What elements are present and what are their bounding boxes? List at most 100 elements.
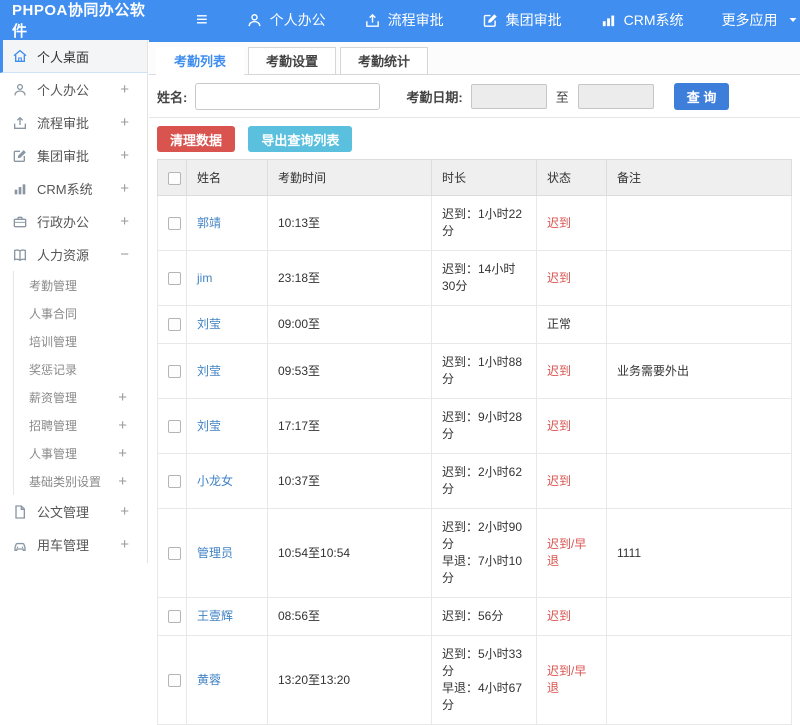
date-to-input[interactable] [578,84,654,109]
sidebar-item[interactable]: 用车管理 + [0,528,147,561]
sidebar-item[interactable]: 个人办公 + [0,73,147,106]
row-name-cell: 刘莹 [187,344,268,399]
chart-icon [12,181,28,197]
expand-toggle-icon[interactable]: + [120,536,129,553]
employee-name-link[interactable]: 郭靖 [197,216,221,230]
expand-toggle-icon[interactable]: + [118,417,127,434]
sidebar-subitem[interactable]: 奖惩记录 [13,355,147,383]
tab[interactable]: 考勤列表 [156,47,244,75]
row-checkbox[interactable] [168,420,181,433]
expand-toggle-icon[interactable]: + [120,180,129,197]
top-nav-item-label: 集团审批 [506,10,562,30]
edit-icon [482,12,499,29]
row-note-cell [607,306,792,344]
expand-toggle-icon[interactable]: + [120,503,129,520]
row-note-cell [607,399,792,454]
row-checkbox[interactable] [168,610,181,623]
sidebar-item[interactable]: 集团审批 + [0,139,147,172]
row-checkbox[interactable] [168,365,181,378]
sidebar-subitem[interactable]: 招聘管理 + [13,411,147,439]
sidebar-item[interactable]: 人力资源 − [0,238,147,271]
sidebar-subitem[interactable]: 培训管理 [13,327,147,355]
employee-name-link[interactable]: jim [197,271,212,285]
expand-toggle-icon[interactable]: + [118,445,127,462]
clean-data-button[interactable]: 清理数据 [157,126,235,152]
sidebar-item[interactable]: 公文管理 + [0,495,147,528]
tab[interactable]: 考勤统计 [340,47,428,75]
user-icon [12,82,28,98]
top-nav-item[interactable]: 个人办公 [246,10,326,30]
sidebar-subitem[interactable]: 基础类别设置 + [13,467,147,495]
tab[interactable]: 考勤设置 [248,47,336,75]
row-status-cell: 迟到 [537,196,607,251]
top-nav-item[interactable]: 更多应用 [722,10,799,30]
sidebar-subitem-label: 考勤管理 [29,277,127,294]
name-filter-input[interactable] [195,83,380,110]
hamburger-menu-icon[interactable]: ≡ [196,0,208,40]
sidebar-subitem-label: 人事管理 [29,445,118,462]
row-checkbox[interactable] [168,547,181,560]
sidebar-item[interactable]: CRM系统 + [0,172,147,205]
sidebar-subitem[interactable]: 薪资管理 + [13,383,147,411]
export-list-button[interactable]: 导出查询列表 [248,126,352,152]
tab-label: 考勤设置 [266,54,318,69]
top-nav-item-label: 流程审批 [388,10,444,30]
sidebar-subitem-label: 培训管理 [29,333,127,350]
expand-toggle-icon[interactable]: − [120,246,129,263]
row-time-cell: 10:37至 [268,454,432,509]
tab-bar: 考勤列表 考勤设置 考勤统计 [149,42,800,75]
employee-name-link[interactable]: 黄蓉 [197,673,221,687]
sidebar-item[interactable]: 行政办公 + [0,205,147,238]
employee-name-link[interactable]: 王壹辉 [197,609,233,623]
sidebar-subitem-label: 人事合同 [29,305,127,322]
row-time-cell: 17:17至 [268,399,432,454]
expand-toggle-icon[interactable]: + [120,147,129,164]
row-checkbox[interactable] [168,272,181,285]
sidebar-item[interactable]: 个人桌面 [0,40,147,73]
main-panel: 考勤列表考勤设置考勤统计 姓名: 考勤日期: 至 查 询 清理数据 导出查询列表… [149,40,800,563]
search-button[interactable]: 查 询 [674,83,730,110]
employee-name-link[interactable]: 管理员 [197,546,233,560]
edit-icon [12,148,28,164]
top-nav-item[interactable]: CRM系统 [600,10,684,30]
date-from-input[interactable] [471,84,547,109]
row-checkbox[interactable] [168,475,181,488]
row-time-cell: 09:53至 [268,344,432,399]
expand-toggle-icon[interactable]: + [118,389,127,406]
employee-name-link[interactable]: 小龙女 [197,474,233,488]
sidebar-subitem-label: 基础类别设置 [29,473,118,490]
expand-toggle-icon[interactable]: + [118,473,127,490]
row-time-cell: 13:20至13:20 [268,636,432,725]
expand-toggle-icon[interactable]: + [120,114,129,131]
top-nav-item[interactable]: 集团审批 [482,10,562,30]
row-checkbox[interactable] [168,674,181,687]
sidebar-subitem[interactable]: 考勤管理 [13,271,147,299]
table-row: jim 23:18至 迟到：14小时30分 迟到 [158,251,792,306]
employee-name-link[interactable]: 刘莹 [197,317,221,331]
row-checkbox[interactable] [168,318,181,331]
chart-icon [600,12,617,29]
employee-name-link[interactable]: 刘莹 [197,419,221,433]
sidebar-item-label: 个人办公 [37,80,120,99]
expand-toggle-icon[interactable]: + [120,81,129,98]
row-time-cell: 23:18至 [268,251,432,306]
sidebar-item-label: 人力资源 [37,245,120,264]
attendance-table-wrap: 姓名 考勤时间 时长 状态 备注 郭靖 10:13至 迟到：1小时22分 迟到 … [149,159,800,725]
row-note-cell [607,454,792,509]
row-duration-cell: 迟到：1小时22分 [432,196,537,251]
date-filter-label: 考勤日期: [406,87,462,106]
top-nav-item-label: 更多应用 [722,10,778,30]
top-nav-item[interactable]: 流程审批 [364,10,444,30]
employee-name-link[interactable]: 刘莹 [197,364,221,378]
sidebar-subitem[interactable]: 人事管理 + [13,439,147,467]
flow-icon [12,115,28,131]
row-duration-cell: 迟到：2小时62分 [432,454,537,509]
row-name-cell: 黄蓉 [187,636,268,725]
sidebar-subitem[interactable]: 人事合同 [13,299,147,327]
row-checkbox[interactable] [168,217,181,230]
table-row: 黄蓉 13:20至13:20 迟到：5小时33分 早退：4小时67分 迟到/早退 [158,636,792,725]
select-all-checkbox[interactable] [168,172,181,185]
header-name: 姓名 [187,160,268,196]
expand-toggle-icon[interactable]: + [120,213,129,230]
sidebar-item[interactable]: 流程审批 + [0,106,147,139]
